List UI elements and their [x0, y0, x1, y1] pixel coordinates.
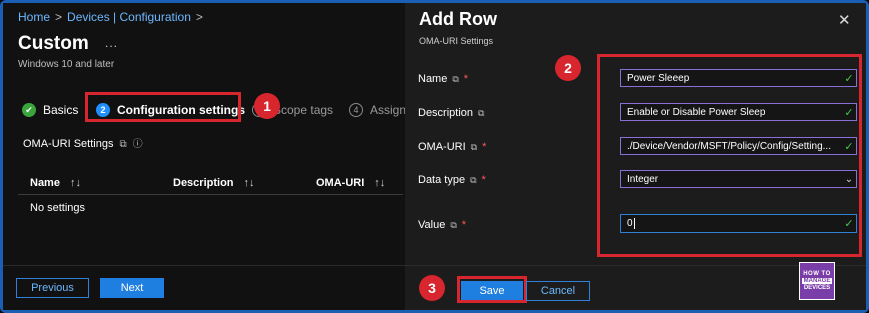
table-header: Name ↑↓ Description ↑↓ OMA-URI ↑↓ — [18, 173, 403, 195]
step-label: Basics — [43, 103, 79, 117]
panel-footer-divider — [405, 265, 866, 266]
value-label: Value ⧉ * — [418, 219, 467, 231]
required-marker: * — [482, 141, 487, 153]
step-number: 4 — [349, 103, 363, 117]
sort-icon[interactable]: ↑↓ — [244, 177, 255, 189]
breadcrumb-devices[interactable]: Devices | Configuration — [67, 10, 191, 24]
panel-subtitle: OMA-URI Settings — [419, 36, 494, 46]
step-assignments[interactable]: 4 Assignments — [349, 99, 405, 121]
description-label: Description ⧉ — [418, 107, 485, 119]
copy-icon: ⧉ — [119, 139, 127, 150]
required-marker: * — [461, 219, 467, 231]
step-label: Scope tags — [273, 103, 334, 117]
chevron-right-icon: > — [55, 10, 63, 24]
wizard-pane: Home > Devices | Configuration > Custom ...… — [3, 3, 405, 310]
highlight-box-configuration — [85, 92, 241, 122]
sort-icon[interactable]: ↑↓ — [70, 177, 81, 189]
how-to-manage-devices-logo: HOW TO MANAGE DEVICES — [799, 262, 835, 300]
column-oma-uri[interactable]: OMA-URI ↑↓ — [316, 177, 385, 189]
highlight-box-fields — [597, 54, 862, 257]
column-description[interactable]: Description ↑↓ — [173, 177, 255, 189]
annotation-badge-1: 1 — [254, 93, 280, 119]
page-title: Custom — [18, 33, 89, 54]
required-marker: * — [481, 174, 486, 186]
next-button[interactable]: Next — [100, 278, 164, 298]
step-label: Assignments — [370, 103, 405, 117]
column-name[interactable]: Name ↑↓ — [30, 177, 81, 189]
copy-icon: ⧉ — [452, 74, 459, 84]
copy-icon: ⧉ — [478, 108, 485, 118]
oma-uri-label: OMA-URI ⧉ * — [418, 141, 487, 153]
page-subtitle: Windows 10 and later — [18, 59, 115, 70]
sort-icon[interactable]: ↑↓ — [374, 177, 385, 189]
annotation-badge-2: 2 — [555, 55, 581, 81]
breadcrumb: Home > Devices | Configuration > — [18, 10, 208, 24]
empty-table-message: No settings — [30, 202, 86, 214]
annotation-badge-3: 3 — [419, 275, 445, 301]
step-basics[interactable]: ✔ Basics — [22, 99, 78, 121]
add-row-panel: Add Row OMA-URI Settings ✕ 2 Name ⧉ * Powe… — [405, 3, 866, 310]
copy-icon: ⧉ — [470, 142, 478, 152]
close-icon[interactable]: ✕ — [838, 11, 851, 29]
check-icon: ✔ — [22, 103, 36, 117]
breadcrumb-home[interactable]: Home — [18, 10, 50, 24]
panel-title: Add Row — [419, 9, 497, 29]
cancel-button[interactable]: Cancel — [526, 281, 590, 301]
chevron-right-icon: > — [195, 10, 203, 24]
info-icon: ⓘ — [132, 139, 143, 150]
oma-uri-settings-label: OMA-URI Settings ⧉ ⓘ — [23, 135, 143, 150]
more-options-icon[interactable]: ... — [105, 36, 118, 50]
copy-icon: ⧉ — [470, 175, 477, 185]
required-marker: * — [463, 73, 469, 85]
data-type-label: Data type ⧉ * — [418, 174, 486, 186]
footer-divider — [3, 265, 405, 266]
section-label: OMA-URI Settings — [23, 138, 114, 150]
highlight-box-save — [457, 276, 527, 303]
name-label: Name ⧉ * — [418, 73, 469, 85]
previous-button[interactable]: Previous — [16, 278, 89, 298]
copy-icon: ⧉ — [450, 220, 457, 230]
